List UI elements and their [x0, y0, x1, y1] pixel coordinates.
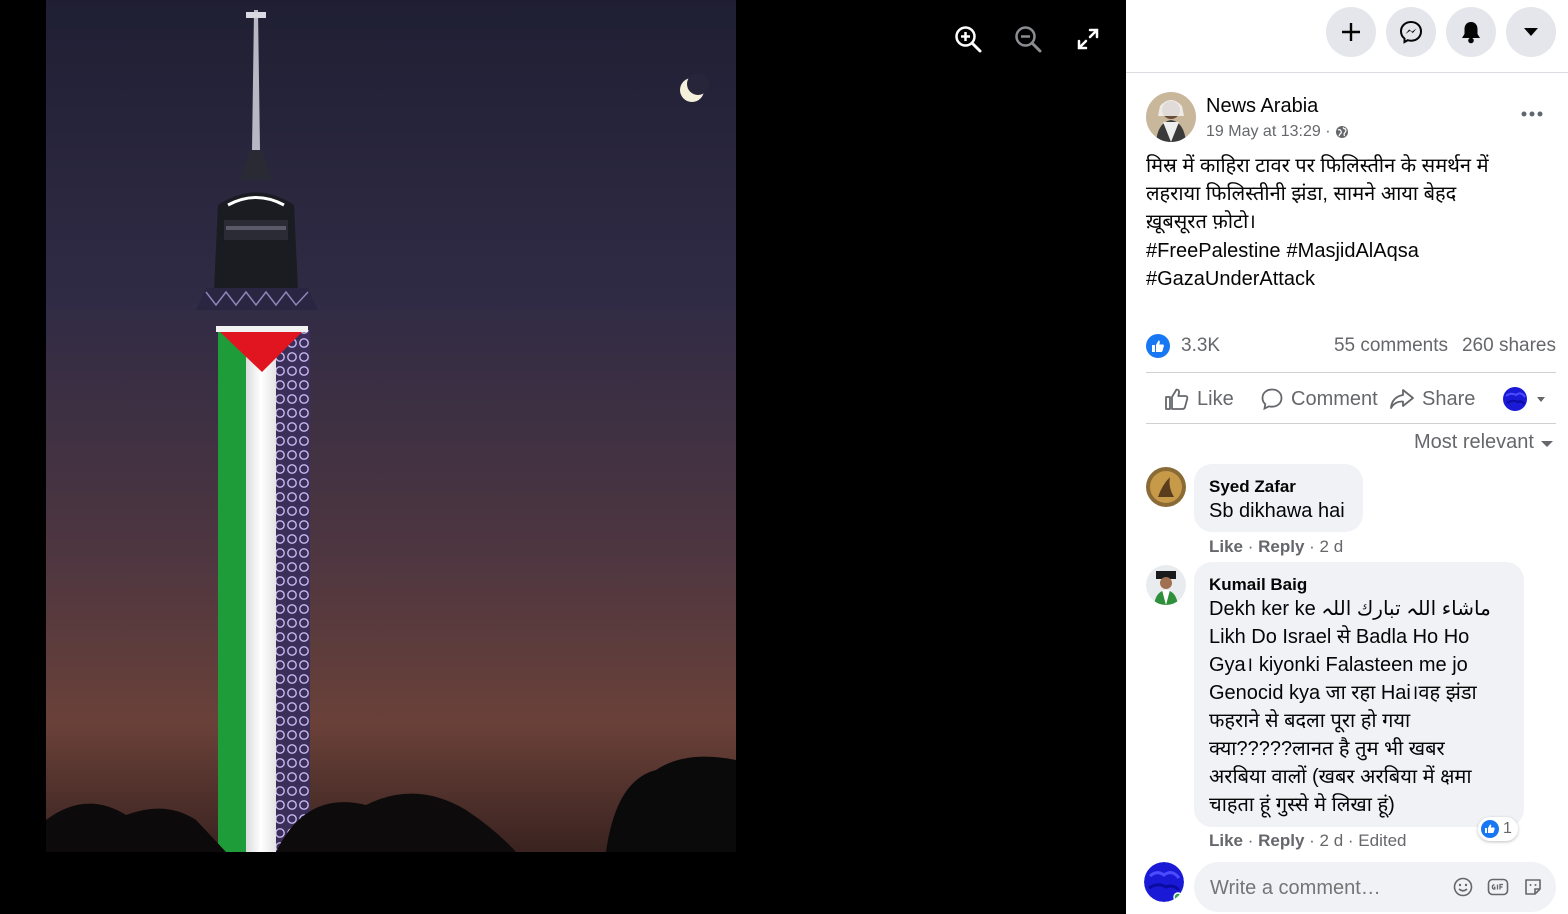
commenter-name[interactable]: Syed Zafar	[1209, 477, 1296, 497]
commenter-avatar[interactable]	[1146, 467, 1186, 507]
commenter-name[interactable]: Kumail Baig	[1209, 575, 1307, 595]
photo-viewer	[0, 0, 1126, 914]
sort-label: Most relevant	[1413, 431, 1534, 453]
like-reaction-icon	[1146, 334, 1170, 358]
comment-text: Sb dikhawa hai	[1209, 500, 1345, 522]
like-button[interactable]: Like	[1164, 383, 1234, 415]
like-reaction-icon	[1481, 820, 1499, 838]
plus-icon	[1342, 23, 1360, 41]
reactions-count[interactable]: 3.3K	[1181, 335, 1220, 357]
more-dots-icon	[1521, 111, 1543, 117]
post-as-selector[interactable]	[1502, 383, 1546, 415]
fullscreen-button[interactable]	[1071, 22, 1105, 56]
fullscreen-icon	[1077, 28, 1099, 50]
zoom-in-icon	[955, 26, 982, 53]
emoji-icon	[1453, 877, 1473, 897]
create-button[interactable]	[1326, 7, 1376, 57]
my-avatar[interactable]	[1144, 862, 1184, 902]
hashtag-link[interactable]: #MasjidAlAqsa	[1287, 240, 1419, 262]
sticker-button[interactable]	[1522, 876, 1544, 898]
gif-icon	[1487, 878, 1509, 896]
comment-composer	[1194, 862, 1556, 912]
post-date[interactable]: 19 May at 13:29 ·	[1206, 123, 1331, 141]
post-text: मिस्र में काहिरा टावर पर फिलिस्तीन के सम…	[1146, 155, 1489, 233]
hashtag-link[interactable]: #GazaUnderAttack	[1146, 268, 1315, 290]
thumbs-up-icon	[1165, 388, 1189, 410]
comment-reactions[interactable]: 1	[1478, 817, 1518, 841]
post-meta: 19 May at 13:29 ·	[1206, 123, 1349, 141]
divider	[1146, 372, 1556, 373]
account-menu-button[interactable]	[1506, 7, 1556, 57]
divider	[1146, 423, 1556, 424]
shares-count[interactable]: 260 shares	[1462, 335, 1556, 357]
bell-icon	[1462, 22, 1480, 44]
messenger-button[interactable]	[1386, 7, 1436, 57]
comment-like-button[interactable]: Like	[1209, 537, 1243, 556]
comment-input[interactable]	[1208, 872, 1452, 904]
caret-down-icon	[1537, 397, 1545, 402]
like-label: Like	[1197, 387, 1234, 410]
post-hashtags: #FreePalestine #MasjidAlAqsa #GazaUnderAt…	[1146, 237, 1556, 293]
comment-like-button[interactable]: Like	[1209, 831, 1243, 850]
commenter-avatar[interactable]	[1146, 565, 1186, 605]
author-name[interactable]: News Arabia	[1206, 95, 1318, 118]
messenger-icon	[1399, 20, 1423, 44]
author-avatar[interactable]	[1146, 92, 1196, 142]
comment-reply-button[interactable]: Reply	[1258, 831, 1304, 850]
comment-footer: Like · Reply · 2 d	[1209, 537, 1344, 556]
comment-label: Comment	[1291, 387, 1378, 410]
caret-down-icon	[1541, 440, 1553, 447]
zoom-out-icon	[1015, 26, 1042, 53]
share-icon	[1390, 389, 1414, 409]
post-stats: 3.3K 55 comments 260 shares	[1146, 332, 1556, 362]
post-photo	[46, 0, 736, 852]
comment-sort-dropdown[interactable]: Most relevant	[1414, 431, 1554, 454]
caret-down-icon	[1524, 28, 1538, 36]
gif-button[interactable]	[1487, 876, 1509, 898]
share-button[interactable]: Share	[1389, 383, 1475, 415]
comment-icon	[1261, 388, 1283, 411]
post-panel: News Arabia 19 May at 13:29 · मिस्र में …	[1126, 0, 1568, 914]
sticker-icon	[1525, 879, 1541, 895]
comment-reply-button[interactable]: Reply	[1258, 537, 1304, 556]
zoom-out-button[interactable]	[1011, 22, 1045, 56]
post-options-button[interactable]	[1518, 104, 1546, 124]
top-bar	[1126, 0, 1568, 73]
notifications-button[interactable]	[1446, 7, 1496, 57]
comments-count[interactable]: 55 comments	[1334, 335, 1448, 357]
comment-reaction-count: 1	[1503, 820, 1512, 837]
emoji-button[interactable]	[1452, 876, 1474, 898]
comment-footer: Like · Reply · 2 d · Edited	[1209, 831, 1407, 850]
profile-avatar-icon	[1503, 387, 1527, 411]
zoom-in-button[interactable]	[951, 22, 985, 56]
share-label: Share	[1422, 387, 1476, 410]
globe-icon	[1335, 126, 1348, 138]
hashtag-link[interactable]: #FreePalestine	[1146, 240, 1281, 262]
comment-meta: · 2 d	[1309, 537, 1344, 556]
comment-button[interactable]: Comment	[1260, 383, 1378, 415]
comment-meta: · 2 d · Edited	[1309, 831, 1407, 850]
comment-text: Dekh ker ke ماشاء اللہ تبارك اللہ Likh D…	[1209, 598, 1491, 816]
